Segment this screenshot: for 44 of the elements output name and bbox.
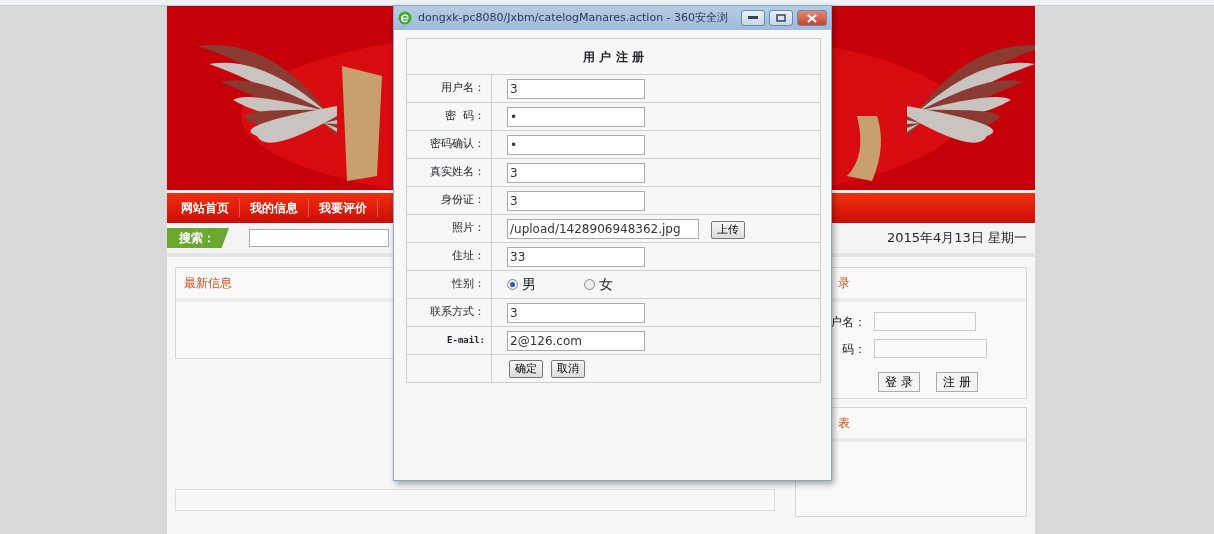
upload-button[interactable]: 上传 [711, 220, 745, 239]
field-label: 密 码： [445, 109, 485, 123]
maximize-button[interactable] [769, 10, 793, 26]
radio-option[interactable]: 男 [507, 274, 536, 295]
field-label: 照片： [452, 221, 485, 235]
field-label: 密码确认： [430, 137, 485, 151]
radio-option[interactable]: 女 [584, 274, 613, 295]
form-button[interactable]: 注 册 [936, 372, 978, 392]
form-button[interactable]: 取消 [551, 359, 585, 378]
date-text: 2015年4月13日 星期一 [886, 229, 1027, 248]
form-button[interactable]: 登 录 [878, 372, 921, 392]
form-title: 用 户 注 册 [583, 49, 644, 64]
input-field[interactable] [874, 312, 977, 331]
field-label: 用户名： [441, 81, 485, 95]
nav-link[interactable]: 我要评价 [309, 199, 378, 217]
field-label: 码： [841, 340, 867, 358]
nav-link[interactable]: 网站首页 [171, 199, 240, 217]
nav-link[interactable]: 我的信息 [240, 199, 309, 217]
close-icon [807, 13, 817, 23]
search-field[interactable] [249, 229, 389, 247]
search-label: 搜索： [167, 228, 229, 248]
input-field[interactable]: 2@126.com [507, 330, 645, 351]
window-title: dongxk-pc8080/Jxbm/catelogManares.action - 360安全浏 [418, 9, 729, 26]
input-field[interactable]: 33 [507, 246, 645, 267]
input-field[interactable]: • [507, 106, 645, 127]
field-label: E-mail: [447, 335, 485, 346]
field-label: 联系方式： [430, 305, 485, 319]
browser-icon [398, 11, 412, 25]
input-field[interactable]: /upload/1428906948362.jpg [507, 218, 699, 239]
input-field[interactable] [874, 339, 988, 358]
input-field[interactable]: 3 [507, 78, 645, 99]
input-field[interactable]: 3 [507, 302, 645, 323]
input-field[interactable]: 3 [507, 162, 645, 183]
maximize-icon [776, 14, 786, 22]
input-field[interactable]: 3 [507, 190, 645, 211]
form-button[interactable]: 确定 [509, 359, 543, 378]
input-field[interactable]: • [507, 134, 645, 155]
field-label: 性别： [452, 277, 485, 291]
minimize-icon [748, 16, 758, 20]
close-button[interactable] [797, 10, 827, 26]
minimize-button[interactable] [741, 10, 765, 26]
field-label: 住址： [452, 249, 485, 263]
field-label: 真实姓名： [430, 165, 485, 179]
field-label: 身份证： [441, 193, 485, 207]
